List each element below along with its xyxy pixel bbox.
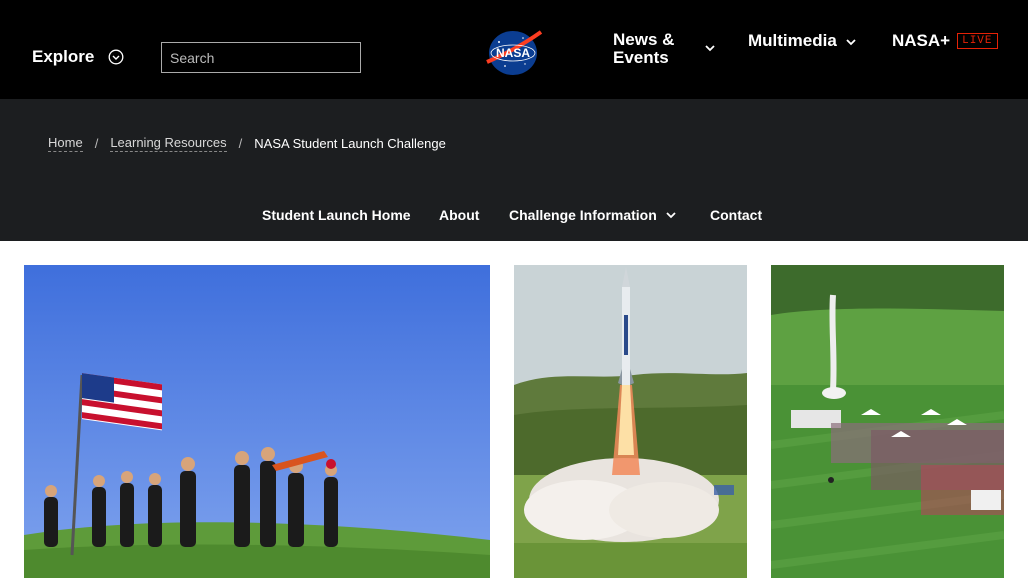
subnav-about[interactable]: About — [439, 207, 479, 223]
nav-multimedia[interactable]: Multimedia — [748, 31, 857, 51]
breadcrumb-learning-resources[interactable]: Learning Resources — [110, 135, 227, 152]
breadcrumb-separator: / — [94, 136, 99, 151]
live-badge: LIVE — [957, 33, 998, 49]
nav-news-events-label-2: Events — [613, 48, 669, 67]
chevron-down-icon — [846, 39, 856, 46]
explore-label: Explore — [32, 47, 95, 66]
chevron-down-icon — [666, 212, 676, 219]
subnav-contact[interactable]: Contact — [710, 207, 762, 223]
subnav-challenge-information-label: Challenge Information — [509, 207, 657, 223]
photo-rocket-launch — [514, 265, 747, 578]
breadcrumb-home[interactable]: Home — [48, 135, 83, 152]
breadcrumb: Home / Learning Resources / NASA Student… — [48, 135, 446, 152]
svg-text:NASA: NASA — [496, 46, 530, 60]
chevron-circle-down-icon — [108, 49, 124, 65]
subnav-challenge-information[interactable]: Challenge Information — [509, 207, 677, 223]
subnav-student-launch-home[interactable]: Student Launch Home — [262, 207, 411, 223]
breadcrumb-separator: / — [238, 136, 243, 151]
explore-menu-button[interactable]: Explore — [32, 47, 124, 67]
nav-multimedia-label: Multimedia — [748, 31, 837, 50]
photo-team-walking-with-flag — [24, 265, 490, 578]
search-input[interactable] — [161, 42, 361, 73]
page-subheader: Home / Learning Resources / NASA Student… — [0, 99, 1028, 241]
nasa-logo[interactable]: NASA — [485, 28, 543, 78]
nav-news-events-label-1: News & — [613, 30, 675, 49]
breadcrumb-current: NASA Student Launch Challenge — [254, 136, 446, 151]
chevron-down-icon — [705, 45, 715, 52]
nav-nasa-plus-label: NASA+ — [892, 31, 951, 50]
nav-nasa-plus[interactable]: NASA+ LIVE — [892, 31, 998, 51]
photo-launch-field-aerial — [771, 265, 1004, 578]
global-header: Explore NASA News & Events Multimedia NA… — [0, 0, 1028, 99]
nav-news-events[interactable]: News & Events — [613, 30, 715, 67]
